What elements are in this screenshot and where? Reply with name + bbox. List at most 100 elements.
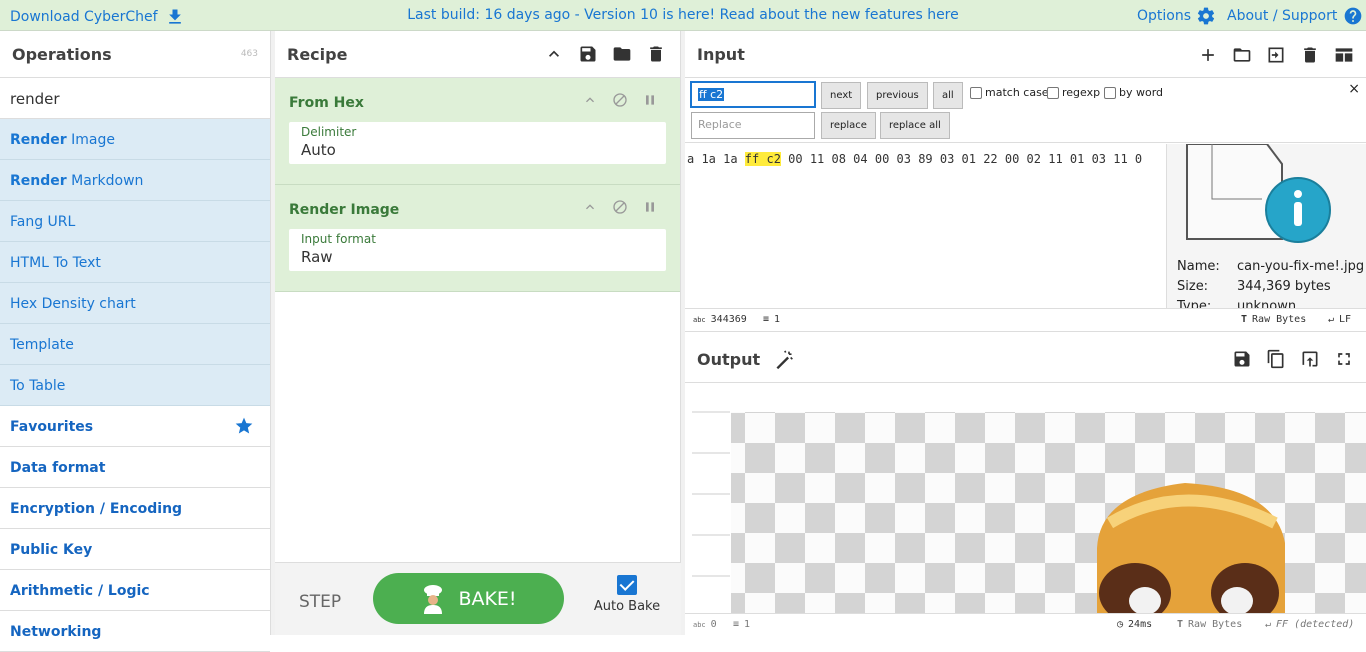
about-support-button[interactable]: About / Support <box>1227 6 1363 26</box>
disable-icon[interactable] <box>612 199 628 215</box>
search-result-item[interactable]: Render Markdown <box>0 160 270 201</box>
chevron-up-icon[interactable] <box>582 92 598 108</box>
by-word-checkbox[interactable] <box>1104 86 1116 99</box>
output-eol[interactable]: ↵ FF (detected) <box>1265 619 1354 630</box>
output-title: Output <box>697 350 761 369</box>
output-length-value: 0 <box>710 619 717 630</box>
chevron-up-icon[interactable] <box>544 44 564 64</box>
rendered-image <box>692 411 1366 613</box>
operations-title: Operations <box>12 44 112 64</box>
recipe-header: Recipe <box>275 31 680 78</box>
find-previous-button[interactable]: previous <box>867 82 928 109</box>
search-result-item[interactable]: Fang URL <box>0 201 270 242</box>
bake-time-value: 24ms <box>1128 619 1153 630</box>
io-panel: Input ff c2 next previous all match case… <box>685 31 1366 635</box>
replace-input-icon[interactable] <box>1300 349 1320 369</box>
by-word-label: by word <box>1119 86 1164 99</box>
maximize-icon[interactable] <box>1334 349 1354 369</box>
search-result-label: Fang URL <box>10 214 76 230</box>
recipe-op-argument[interactable]: Delimiter Auto <box>289 122 666 164</box>
download-icon <box>168 9 181 24</box>
match-case-label: match case <box>985 86 1049 99</box>
match-case-option[interactable]: match case <box>970 86 1049 99</box>
search-result-match: Render <box>10 173 67 189</box>
search-result-item[interactable]: To Table <box>0 365 270 406</box>
search-result-item[interactable]: Render Image <box>0 119 270 160</box>
search-result-label: Image <box>66 132 115 148</box>
layout-icon[interactable] <box>1334 45 1354 65</box>
recipe-operations: From Hex Delimiter Auto Render Image Input f… <box>275 78 680 292</box>
close-find-icon[interactable]: × <box>1348 81 1360 97</box>
output-encoding[interactable]: T Raw Bytes <box>1177 619 1242 630</box>
add-tab-icon[interactable] <box>1198 45 1218 65</box>
regexp-checkbox[interactable] <box>1047 86 1059 99</box>
operations-header: Operations 463 <box>0 31 270 78</box>
output-display[interactable] <box>685 383 1366 613</box>
open-file-icon[interactable] <box>1266 45 1286 65</box>
argument-value: Auto <box>301 141 336 159</box>
clear-input-icon[interactable] <box>1300 45 1320 65</box>
disable-icon[interactable] <box>612 92 628 108</box>
top-banner: Download CyberChef Last build: 16 days a… <box>0 0 1366 31</box>
about-label: About / Support <box>1227 8 1338 24</box>
options-button[interactable]: Options <box>1137 6 1216 26</box>
file-size: 344,369 bytes <box>1237 279 1331 294</box>
find-value: ff c2 <box>698 88 725 101</box>
input-length: abc 344369 <box>693 314 747 325</box>
output-status-bar: abc 0 ≡ 1 ◷ 24ms T Raw Bytes ↵ FF (detected) <box>685 613 1366 635</box>
bake-time: ◷ 24ms <box>1117 619 1152 630</box>
by-word-option[interactable]: by word <box>1104 86 1163 99</box>
output-length: abc 0 <box>693 619 717 630</box>
download-link[interactable]: Download CyberChef <box>10 7 185 27</box>
regexp-label: regexp <box>1062 86 1101 99</box>
input-editor[interactable]: a 1a 1a ff c2 00 11 08 04 00 03 89 03 01… <box>685 144 1166 308</box>
output-encoding-value: Raw Bytes <box>1188 619 1243 630</box>
replace-input[interactable]: Replace <box>691 112 815 139</box>
search-result-item[interactable]: Template <box>0 324 270 365</box>
input-eol[interactable]: ↵ LF <box>1328 314 1351 325</box>
category-item[interactable]: Favourites <box>0 406 270 447</box>
find-input[interactable]: ff c2 <box>690 81 816 108</box>
match-case-checkbox[interactable] <box>970 86 982 99</box>
clear-recipe-icon[interactable] <box>646 44 666 64</box>
step-button[interactable]: STEP <box>299 592 341 612</box>
pause-icon[interactable] <box>642 199 658 215</box>
save-recipe-icon[interactable] <box>578 44 598 64</box>
category-item[interactable]: Arithmetic / Logic <box>0 570 270 611</box>
search-result-item[interactable]: Hex Density chart <box>0 283 270 324</box>
bake-button[interactable]: BAKE! <box>373 573 564 624</box>
regexp-option[interactable]: regexp <box>1047 86 1100 99</box>
load-recipe-icon[interactable] <box>612 44 632 64</box>
open-folder-icon[interactable] <box>1232 45 1252 65</box>
category-item[interactable]: Public Key <box>0 529 270 570</box>
file-name-row: Name: can-you-fix-me!.jpg <box>1177 259 1364 274</box>
category-item[interactable]: Data format <box>0 447 270 488</box>
auto-bake-toggle[interactable]: Auto Bake <box>593 575 661 614</box>
argument-label: Delimiter <box>301 125 357 139</box>
pause-icon[interactable] <box>642 92 658 108</box>
input-encoding[interactable]: T Raw Bytes <box>1241 314 1306 325</box>
category-item[interactable]: Networking <box>0 611 270 652</box>
recipe-operation[interactable]: Render Image Input format Raw <box>275 185 680 292</box>
category-item[interactable]: Encryption / Encoding <box>0 488 270 529</box>
lines-icon: ≡ <box>763 314 770 325</box>
bake-label: BAKE! <box>458 587 517 610</box>
eol-icon: ↵ <box>1265 619 1272 630</box>
save-output-icon[interactable] <box>1232 349 1252 369</box>
auto-bake-checkbox[interactable] <box>617 575 637 595</box>
find-next-button[interactable]: next <box>821 82 862 109</box>
recipe-operation[interactable]: From Hex Delimiter Auto <box>275 78 680 185</box>
recipe-op-argument[interactable]: Input format Raw <box>289 229 666 271</box>
output-lines-value: 1 <box>744 619 751 630</box>
find-all-button[interactable]: all <box>933 82 963 109</box>
replace-all-button[interactable]: replace all <box>880 112 950 139</box>
magic-wand-icon[interactable] <box>774 349 794 370</box>
argument-value: Raw <box>301 248 333 266</box>
changelog-link[interactable]: Last build: 16 days ago - Version 10 is … <box>407 7 959 23</box>
replace-button[interactable]: replace <box>821 112 876 139</box>
search-result-item[interactable]: HTML To Text <box>0 242 270 283</box>
file-size-row: Size: 344,369 bytes <box>1177 279 1331 294</box>
operations-search-input[interactable]: render <box>0 78 270 119</box>
chevron-up-icon[interactable] <box>582 199 598 215</box>
copy-output-icon[interactable] <box>1266 349 1286 369</box>
